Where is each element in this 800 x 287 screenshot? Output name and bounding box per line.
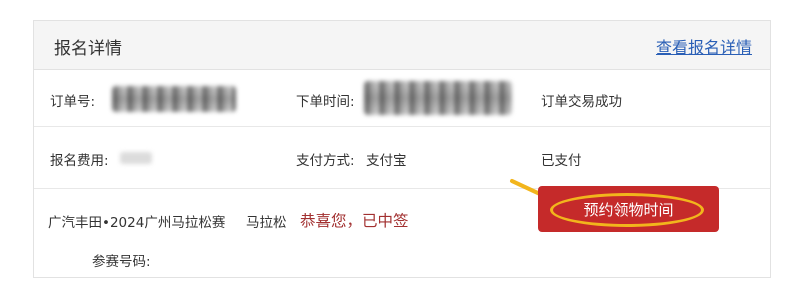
registration-detail-card: 报名详情 查看报名详情 订单号: 下单时间: 订单交易成功 报名费用: 支付方式… xyxy=(33,20,771,278)
order-time-label: 下单时间: xyxy=(296,94,355,110)
card-title: 报名详情 xyxy=(54,39,122,59)
reserve-pickup-label: 预约领物时间 xyxy=(583,201,674,219)
card-header: 报名详情 查看报名详情 xyxy=(34,21,770,70)
bib-number-label: 参赛号码: xyxy=(92,254,151,270)
view-detail-link[interactable]: 查看报名详情 xyxy=(656,34,752,58)
payment-method-label: 支付方式: xyxy=(296,153,355,169)
order-status: 订单交易成功 xyxy=(541,94,622,110)
fee-redacted xyxy=(120,152,152,164)
order-info-row: 订单号: 下单时间: 订单交易成功 xyxy=(34,69,770,127)
fee-label: 报名费用: xyxy=(50,153,109,169)
order-number-label: 订单号: xyxy=(50,94,96,110)
reserve-pickup-button[interactable]: 预约领物时间 xyxy=(538,186,719,232)
event-name: 广汽丰田•2024广州马拉松赛 xyxy=(48,215,226,231)
order-number-redacted xyxy=(112,86,236,112)
payment-status: 已支付 xyxy=(541,153,582,169)
lottery-result: 恭喜您，已中签 xyxy=(300,212,409,230)
event-category: 马拉松 xyxy=(246,215,287,231)
payment-method-value: 支付宝 xyxy=(366,153,407,169)
payment-info-row: 报名费用: 支付方式: 支付宝 已支付 xyxy=(34,126,770,189)
order-time-redacted xyxy=(364,81,512,115)
